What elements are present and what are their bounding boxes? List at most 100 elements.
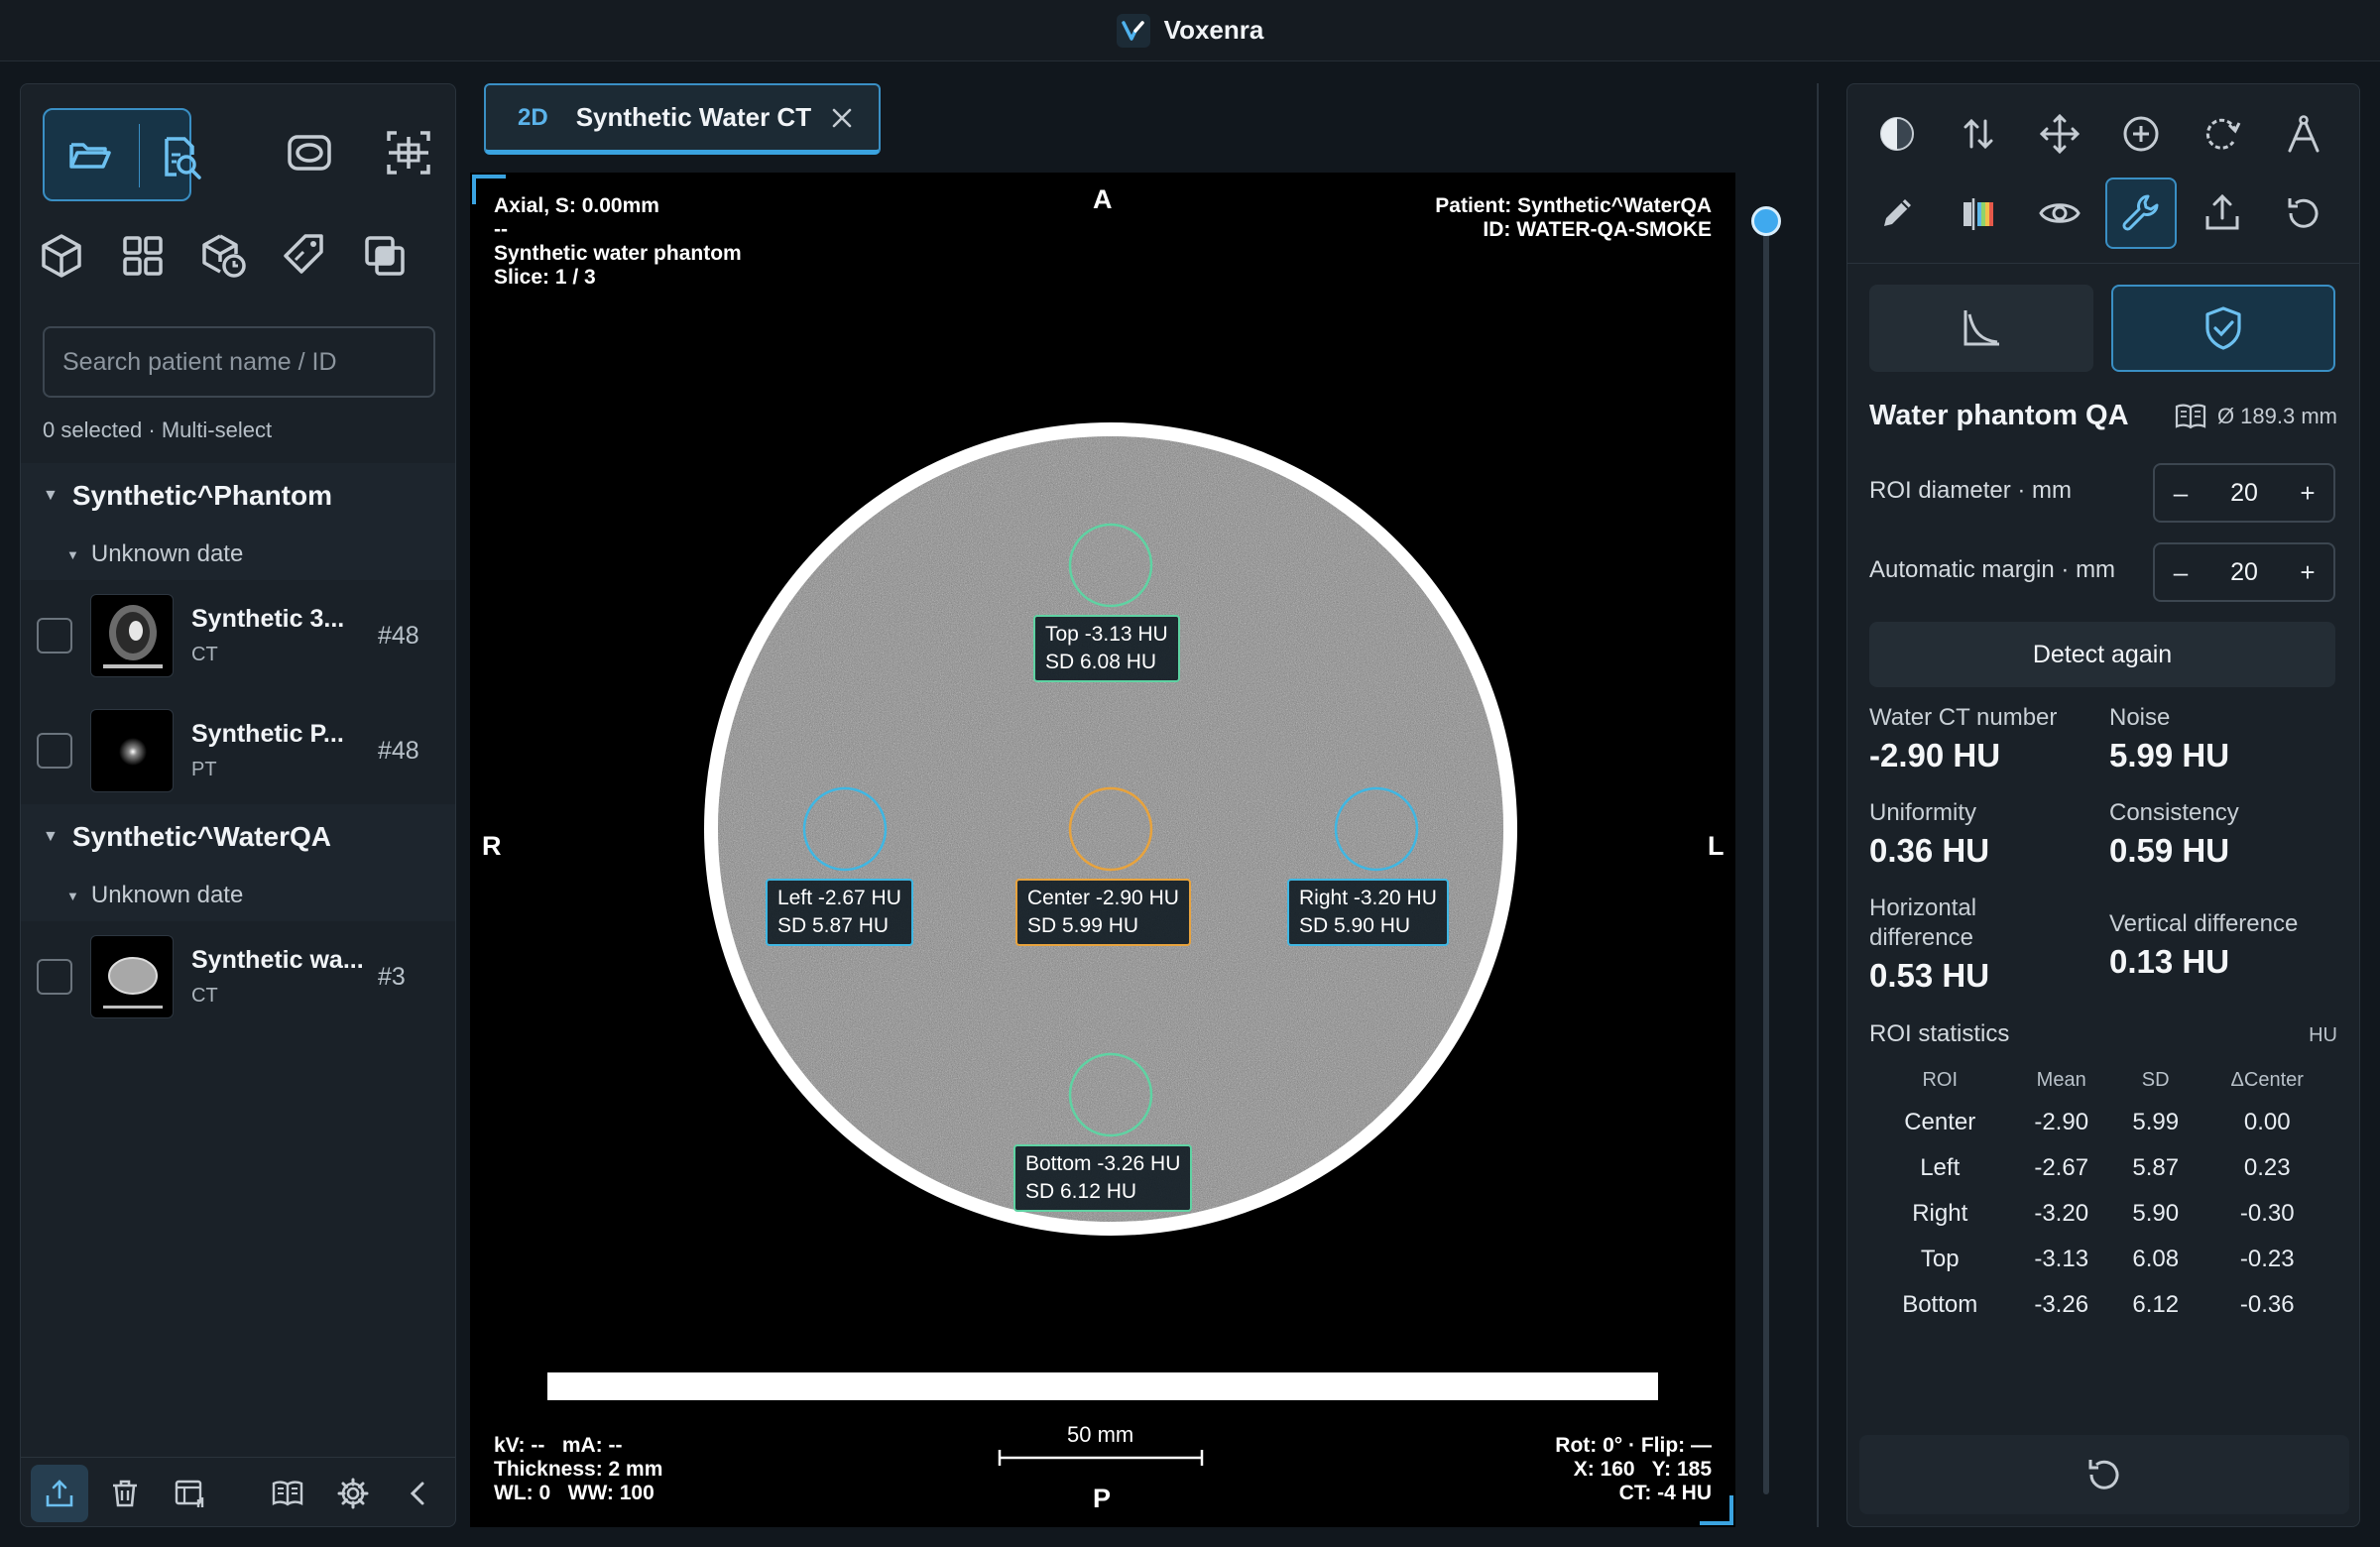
qa-mode-button[interactable] (2111, 285, 2335, 372)
wrench-icon (2122, 194, 2159, 231)
metric-label: Noise (2109, 704, 2171, 731)
series-manager-button[interactable] (162, 1465, 219, 1522)
window-level-button[interactable] (1861, 98, 1933, 170)
search-studies-button[interactable] (146, 122, 215, 191)
scroll-tool-button[interactable] (1943, 98, 2014, 170)
slice-slider-handle[interactable] (1751, 206, 1781, 236)
patient-group-phantom[interactable]: ▼ Synthetic^Phantom (21, 463, 455, 529)
rotate-icon (2205, 118, 2241, 150)
series-item[interactable]: Synthetic wa... CT #3 (21, 921, 455, 1032)
column-header: ΔCenter (2230, 1068, 2304, 1091)
series-checkbox[interactable] (37, 959, 72, 995)
tools-panel: Water phantom QA Ø 189.3 mm ROI diameter… (1846, 83, 2360, 1527)
roi-mean: Right -3.20 HU (1299, 887, 1437, 909)
series-item[interactable]: Synthetic P... PT #48 (21, 695, 455, 806)
series-checkbox[interactable] (37, 733, 72, 769)
table-header-row: ROI Mean SD ΔCenter (1869, 1060, 2335, 1100)
curve-mode-button[interactable] (1869, 285, 2093, 372)
table-cell: 5.99 (2132, 1109, 2180, 1135)
upload-icon (2205, 193, 2239, 230)
export-button[interactable] (31, 1464, 88, 1522)
slice-slider-track[interactable] (1763, 220, 1769, 1494)
tab-synthetic-water-ct[interactable]: 2D Synthetic Water CT (484, 83, 881, 155)
roi-sd: SD 6.12 HU (1025, 1180, 1137, 1203)
series-count: #48 (378, 736, 419, 765)
increment-button[interactable]: + (2296, 478, 2320, 509)
metric-label: Consistency (2109, 799, 2239, 826)
overlay-kv-ma: kV: -- mA: -- (494, 1434, 623, 1457)
grid-layout-button[interactable] (108, 221, 178, 291)
roi-diameter-value[interactable]: 20 (2230, 479, 2258, 508)
study-date-row[interactable]: ▼ Unknown date (21, 529, 455, 580)
pan-tool-button[interactable] (2024, 98, 2095, 170)
curve-chart-icon (1964, 310, 1999, 346)
series-count: #48 (378, 621, 419, 650)
contrast-icon (1880, 117, 1914, 151)
book-open-icon[interactable] (2174, 402, 2207, 431)
phantom-diameter: Ø 189.3 mm (2174, 402, 2337, 431)
zoom-tool-button[interactable] (2105, 98, 2177, 170)
left-footer-toolbar (21, 1457, 455, 1526)
share-button[interactable] (2187, 178, 2258, 249)
roi-stats-table: ROI Mean SD ΔCenter Center -2.90 5.99 0.… (1869, 1060, 2335, 1328)
roi-stats-unit: HU (2309, 1024, 2337, 1046)
roi-sd: SD 5.90 HU (1299, 914, 1411, 937)
selection-status: 0 selected · Multi-select (43, 417, 273, 442)
docs-button[interactable] (259, 1465, 316, 1522)
4d-timing-button[interactable] (189, 221, 259, 291)
phantom-noise (718, 436, 1503, 1222)
delete-button[interactable] (96, 1465, 154, 1522)
increment-button[interactable]: + (2296, 557, 2320, 588)
visibility-button[interactable] (2024, 178, 2095, 249)
tab-title: Synthetic Water CT (575, 102, 812, 132)
overlay-rotation: Rot: 0° · Flip: — (1555, 1434, 1712, 1457)
rotate-tool-button[interactable] (2187, 98, 2258, 170)
panel-divider[interactable] (1817, 83, 1819, 1527)
tags-button[interactable] (269, 221, 338, 291)
series-name: Synthetic 3... (191, 605, 345, 633)
close-icon[interactable] (827, 103, 857, 133)
settings-button[interactable] (324, 1465, 382, 1522)
series-checkbox[interactable] (37, 618, 72, 654)
overlay-top-left: Axial, S: 0.00mm -- Synthetic water phan… (494, 194, 742, 290)
table-cell: -0.23 (2239, 1246, 2295, 1272)
zoom-in-icon (2123, 116, 2159, 152)
auto-margin-value[interactable]: 20 (2230, 558, 2258, 587)
detect-again-button[interactable]: Detect again (1869, 622, 2335, 687)
decrement-button[interactable]: – (2169, 478, 2193, 509)
reset-view-button[interactable] (2268, 178, 2339, 249)
metric-value: 0.53 HU (1869, 957, 1990, 994)
image-viewport[interactable]: Top -3.13 HU SD 6.08 HU Left -2.67 HU SD… (470, 173, 1735, 1527)
qa-tools-button[interactable] (2105, 178, 2177, 249)
diameter-value: Ø 189.3 mm (2216, 404, 2337, 428)
annotate-tool-button[interactable] (1861, 178, 1933, 249)
collapse-panel-button[interactable] (390, 1465, 447, 1522)
open-folder-button[interactable] (55, 120, 124, 189)
table-cell: 5.90 (2132, 1200, 2180, 1227)
patient-search-input[interactable] (43, 326, 435, 398)
refresh-icon (2288, 198, 2319, 228)
reset-qa-button[interactable] (1859, 1435, 2349, 1514)
table-cell: 0.00 (2243, 1109, 2291, 1135)
series-item[interactable]: Synthetic 3... CT #48 (21, 580, 455, 691)
tab-mode-badge: 2D (518, 103, 548, 131)
caret-down-icon: ▼ (43, 487, 59, 504)
fit-view-button[interactable] (275, 118, 344, 187)
colormap-icon (1964, 198, 1993, 230)
layout-focus-button[interactable] (374, 118, 443, 187)
scale-bar (998, 1450, 1204, 1466)
fusion-button[interactable] (350, 221, 419, 291)
column-header: Mean (2036, 1068, 2086, 1091)
patient-group-waterqa[interactable]: ▼ Synthetic^WaterQA (21, 804, 455, 870)
roi-label-center: Center -2.90 HU SD 5.99 HU (1015, 879, 1191, 946)
table-cell: Bottom (1902, 1291, 1978, 1318)
decrement-button[interactable]: – (2169, 557, 2193, 588)
series-name: Synthetic wa... (191, 946, 364, 974)
orientation-posterior: P (1093, 1484, 1112, 1513)
metric-label: Water CT number (1869, 704, 2058, 731)
angle-tool-button[interactable] (2268, 98, 2339, 170)
table-cell: -3.20 (2034, 1200, 2089, 1227)
study-date-row[interactable]: ▼ Unknown date (21, 870, 455, 921)
colormap-button[interactable] (1943, 178, 2014, 249)
3d-view-button[interactable] (27, 221, 96, 291)
